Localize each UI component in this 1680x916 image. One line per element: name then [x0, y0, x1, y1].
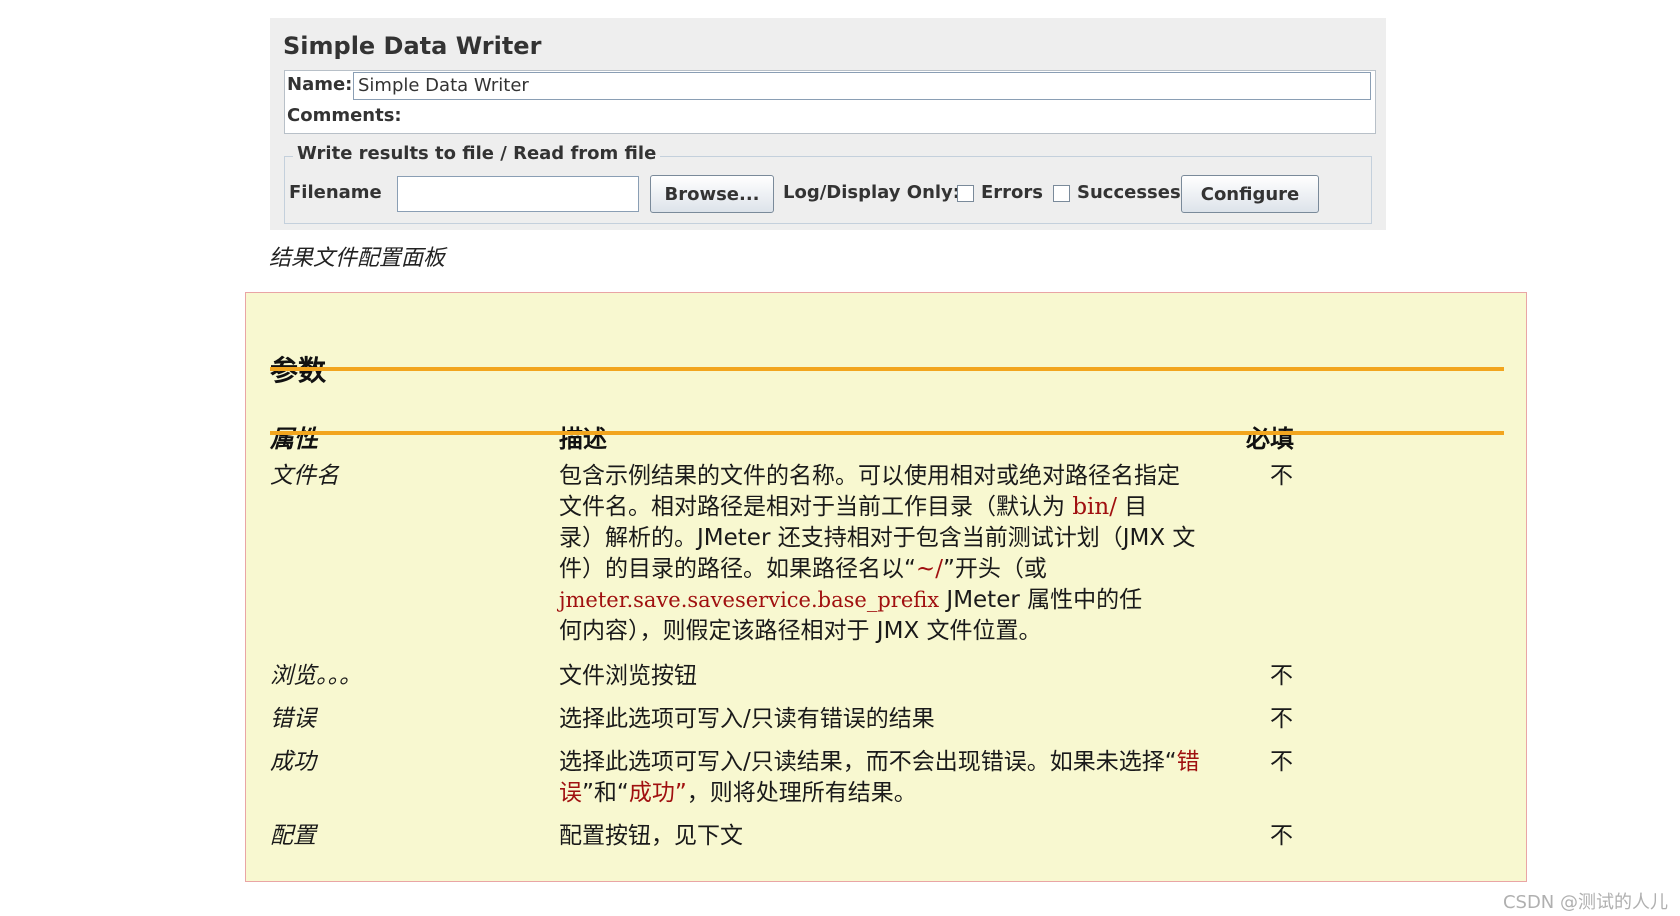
- successes-checkbox[interactable]: [1053, 185, 1070, 202]
- row-property: 浏览。。。: [270, 663, 362, 689]
- row-required: 不: [1270, 823, 1293, 849]
- errors-checkbox[interactable]: [957, 185, 974, 202]
- browse-button[interactable]: Browse...: [650, 175, 774, 213]
- desc-line: 件）的目录的路径。如果路径名以“~/”开头（或: [559, 554, 1219, 585]
- row-property: 成功: [270, 749, 316, 775]
- title-rule: [270, 367, 1504, 371]
- desc-text: 目: [1116, 494, 1148, 520]
- name-label: Name:: [287, 74, 353, 95]
- header-rule: [270, 431, 1504, 435]
- row-required: 不: [1270, 749, 1293, 775]
- row-required: 不: [1270, 463, 1293, 489]
- desc-text: ”和“: [582, 780, 629, 806]
- header-property: 属性: [270, 425, 318, 453]
- row-required: 不: [1270, 663, 1293, 689]
- comments-label: Comments:: [287, 105, 402, 126]
- watermark: CSDN @测试的人儿: [1502, 892, 1668, 913]
- log-display-only-label: Log/Display Only:: [783, 182, 960, 203]
- desc-line: 误”和“成功”，则将处理所有结果。: [559, 778, 1219, 809]
- desc-text: ，则将处理所有结果。: [686, 780, 917, 806]
- desc-line: 包含示例结果的文件的名称。可以使用相对或绝对路径名指定: [559, 463, 1180, 489]
- desc-highlight: 误: [559, 780, 582, 806]
- code-base-prefix: jmeter.save.saveservice.base_prefix: [559, 588, 940, 612]
- desc-text: 选择此选项可写入/只读结果，而不会出现错误。如果未选择“: [559, 749, 1177, 775]
- row-description: 选择此选项可写入/只读有错误的结果: [559, 706, 935, 732]
- row-description: 文件浏览按钮: [559, 663, 697, 689]
- row-property: 文件名: [270, 463, 339, 489]
- desc-line: 录）解析的。JMeter 还支持相对于包含当前测试计划（JMX 文: [559, 525, 1196, 551]
- code-bin: bin/: [1072, 494, 1117, 520]
- filename-label: Filename: [289, 182, 382, 203]
- desc-line: 文件名。相对路径是相对于当前工作目录（默认为 bin/ 目: [559, 492, 1219, 523]
- desc-highlight: 错: [1176, 749, 1200, 775]
- name-input[interactable]: Simple Data Writer: [353, 72, 1371, 100]
- panel-title: Simple Data Writer: [283, 32, 542, 60]
- name-comments-box: Name: Simple Data Writer Comments:: [284, 70, 1376, 134]
- desc-text: JMeter 属性中的任: [939, 587, 1143, 613]
- desc-text: 文件名。相对路径是相对于当前工作目录（默认为: [559, 494, 1073, 520]
- write-results-group: Write results to file / Read from file F…: [284, 143, 1372, 224]
- configure-button[interactable]: Configure: [1181, 175, 1319, 213]
- row-property: 错误: [270, 706, 316, 732]
- group-title: Write results to file / Read from file: [293, 143, 661, 164]
- code-home: ~/: [915, 556, 943, 582]
- row-description: 包含示例结果的文件的名称。可以使用相对或绝对路径名指定 文件名。相对路径是相对于…: [559, 461, 1219, 647]
- desc-line: 何内容），则假定该路径相对于 JMX 文件位置。: [559, 618, 1042, 644]
- filename-input[interactable]: [397, 176, 639, 212]
- desc-line: jmeter.save.saveservice.base_prefix JMet…: [559, 585, 1219, 616]
- errors-label: Errors: [981, 182, 1044, 203]
- figure-caption: 结果文件配置面板: [269, 246, 446, 271]
- desc-line: 选择此选项可写入/只读结果，而不会出现错误。如果未选择“错: [559, 747, 1219, 778]
- row-required: 不: [1270, 706, 1293, 732]
- comments-input[interactable]: [391, 103, 1367, 131]
- row-description: 配置按钮，见下文: [559, 823, 743, 849]
- header-required: 必填: [1246, 425, 1294, 453]
- row-property: 配置: [270, 823, 316, 849]
- header-description: 描述: [559, 425, 607, 453]
- desc-text: ”开头（或: [942, 556, 1047, 582]
- desc-text: 件）的目录的路径。如果路径名以“: [559, 556, 916, 582]
- parameters-box: 参数 属性 描述 必填 文件名 包含示例结果的文件的名称。可以使用相对或绝对路径…: [245, 292, 1527, 882]
- row-description: 选择此选项可写入/只读结果，而不会出现错误。如果未选择“错 误”和“成功”，则将…: [559, 747, 1219, 809]
- successes-label: Successes: [1077, 182, 1181, 203]
- desc-highlight: 成功”: [628, 780, 687, 806]
- simple-data-writer-panel: Simple Data Writer Name: Simple Data Wri…: [270, 18, 1386, 230]
